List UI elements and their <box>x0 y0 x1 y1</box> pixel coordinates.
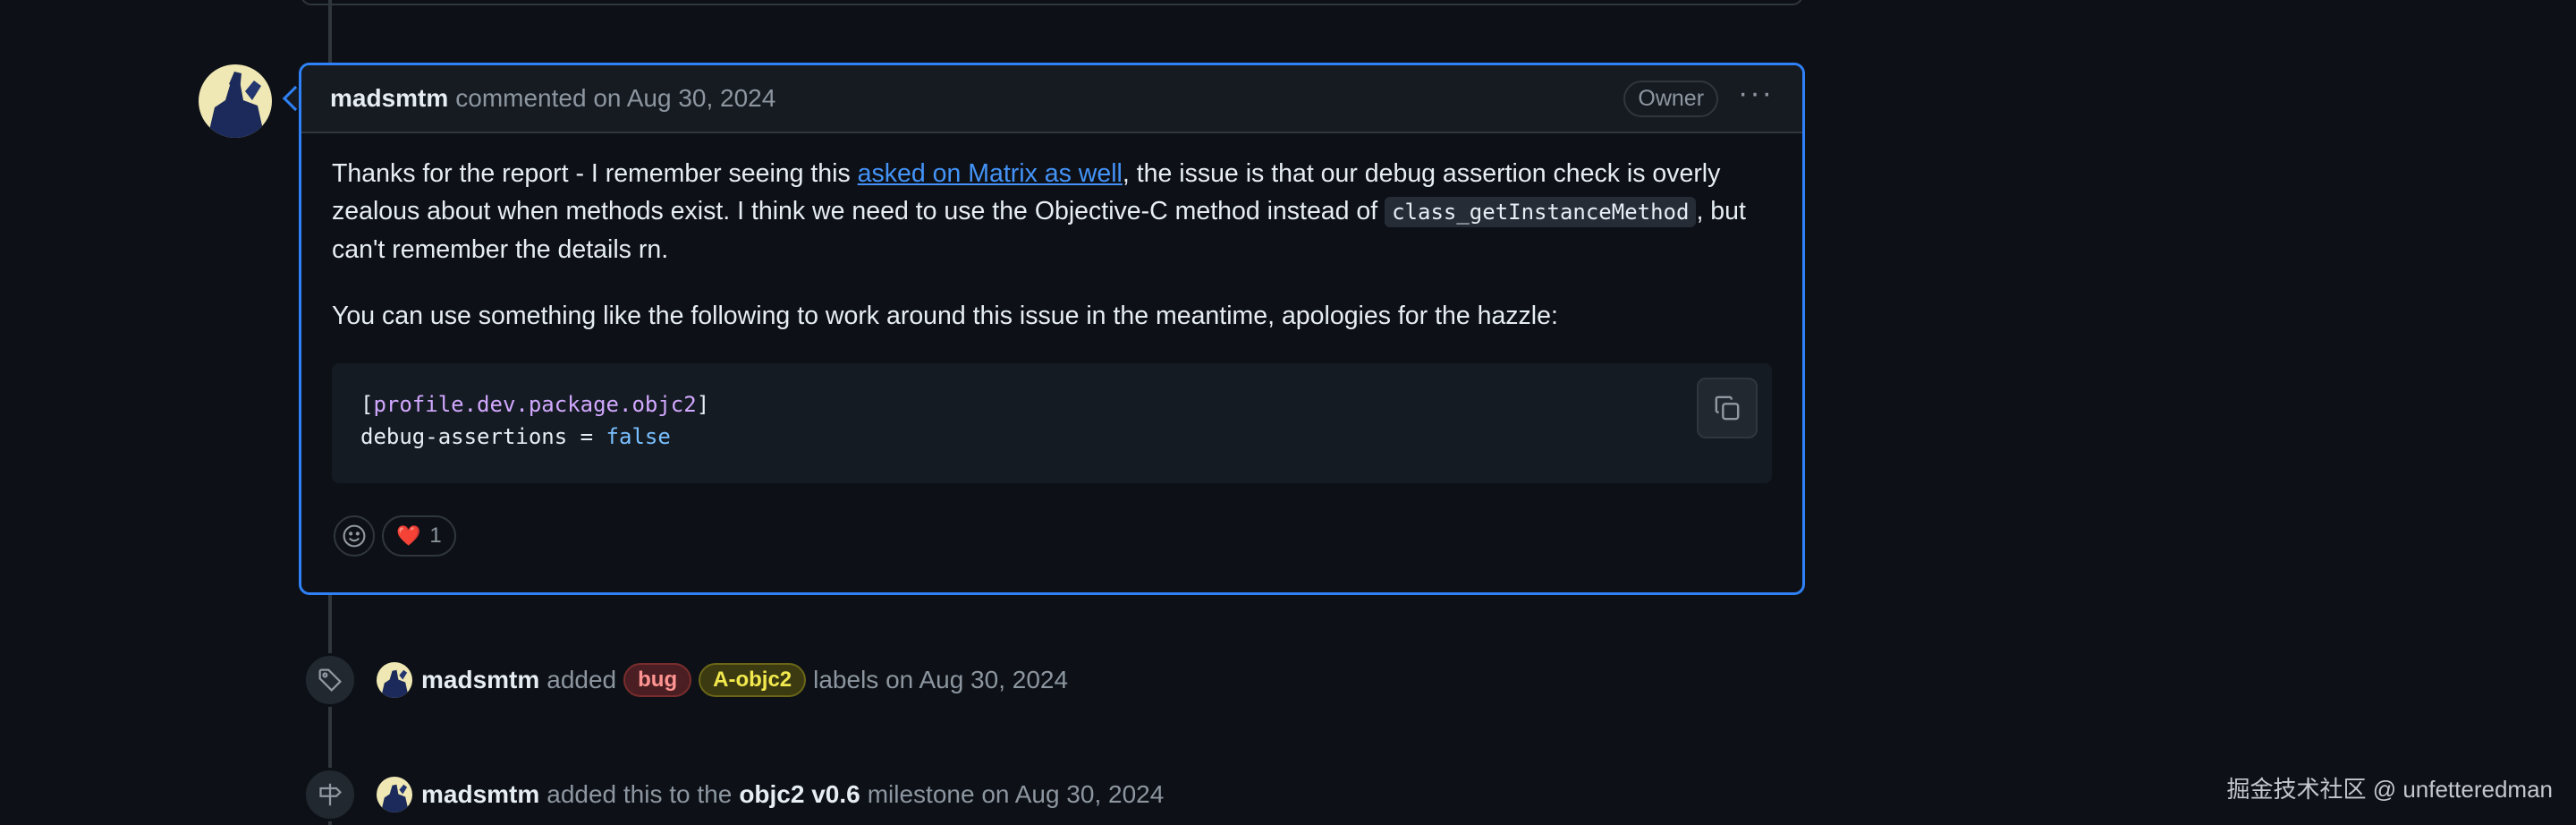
code-block: [profile.dev.package.objc2] debug-assert… <box>332 363 1772 483</box>
watermark: 掘金技术社区 @ unfetteredman <box>2226 776 2553 803</box>
comment-card: madsmtm commented on Aug 30, 2024 Owner … <box>299 63 1805 595</box>
heart-emoji: ❤️ <box>396 524 421 547</box>
matrix-link[interactable]: asked on Matrix as well <box>858 159 1123 188</box>
event-author[interactable]: madsmtm <box>421 780 539 809</box>
label-a-objc2[interactable]: A-objc2 <box>699 663 807 697</box>
timeline-line <box>328 0 332 63</box>
reactions-bar: ❤️ 1 <box>332 483 1772 557</box>
code-token: profile.dev.package.objc2 <box>373 392 697 417</box>
code-token: [ <box>360 392 374 417</box>
event-text[interactable]: milestone on Aug 30, 2024 <box>868 780 1165 809</box>
timeline-event-labels: madsmtm added bug A-objc2 labels on Aug … <box>303 653 1075 707</box>
event-text[interactable]: labels on Aug 30, 2024 <box>813 666 1068 694</box>
code-token: debug-assertions = <box>360 424 606 449</box>
comment-author[interactable]: madsmtm <box>330 84 448 113</box>
smiley-icon <box>343 524 366 548</box>
milestone-link[interactable]: objc2 v0.6 <box>739 780 860 809</box>
text: Thanks for the report - I remember seein… <box>332 159 858 188</box>
tag-icon <box>303 653 357 707</box>
previous-comment-box <box>301 0 1803 5</box>
add-reaction-button[interactable] <box>334 515 375 557</box>
avatar[interactable] <box>199 64 272 138</box>
label-bug[interactable]: bug <box>623 663 692 697</box>
timeline-event-milestone: madsmtm added this to the objc2 v0.6 mil… <box>303 768 1171 821</box>
avatar[interactable] <box>377 662 412 698</box>
event-text: added this to the <box>547 780 733 808</box>
comment-header: madsmtm commented on Aug 30, 2024 Owner … <box>301 65 1802 133</box>
code-token: false <box>606 424 671 449</box>
avatar[interactable] <box>377 777 412 812</box>
copy-button[interactable] <box>1697 378 1758 438</box>
event-author[interactable]: madsmtm <box>421 666 539 694</box>
copy-icon <box>1715 395 1740 421</box>
event-text: added <box>547 666 617 693</box>
reaction-count: 1 <box>429 523 442 548</box>
comment-body: Thanks for the report - I remember seein… <box>301 133 1802 557</box>
kebab-horizontal-icon[interactable]: ··· <box>1738 78 1774 108</box>
code-token: ] <box>696 392 710 417</box>
owner-badge: Owner <box>1623 80 1719 117</box>
comment-paragraph: Thanks for the report - I remember seein… <box>332 155 1772 268</box>
comment-timestamp[interactable]: commented on Aug 30, 2024 <box>455 84 775 113</box>
comment-paragraph: You can use something like the following… <box>332 302 1558 330</box>
inline-code: class_getInstanceMethod <box>1385 197 1697 227</box>
heart-reaction[interactable]: ❤️ 1 <box>382 515 456 557</box>
milestone-icon <box>303 768 357 821</box>
